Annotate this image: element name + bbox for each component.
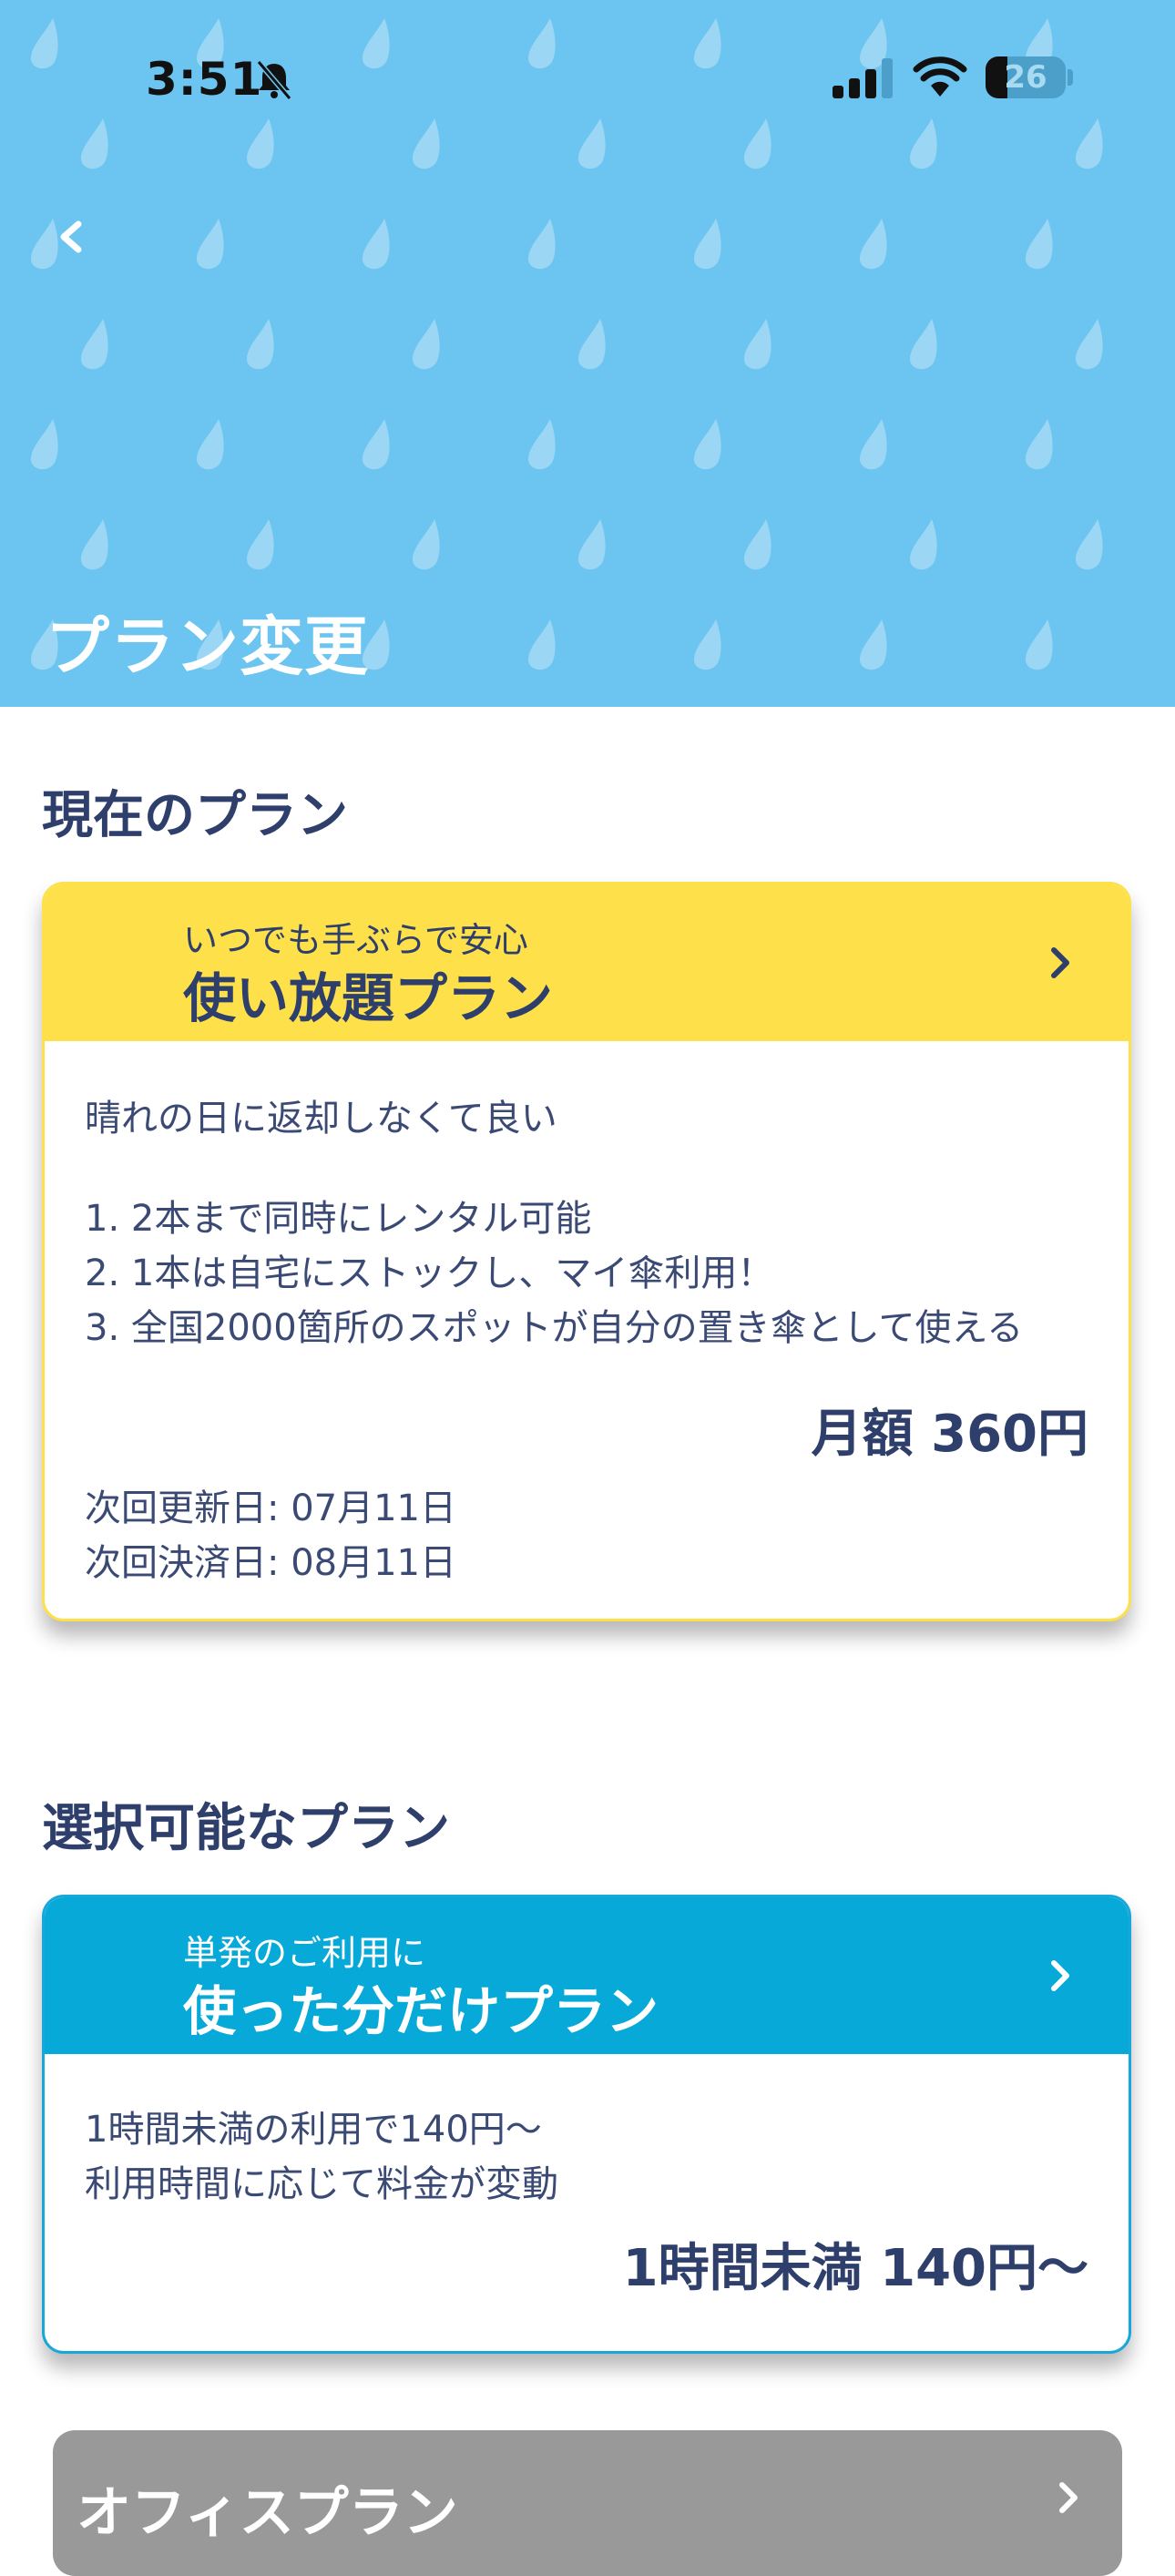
office-plan-name: オフィスプラン bbox=[77, 2481, 458, 2545]
next-payment-date: 次回決済日: 08月11日 bbox=[85, 1542, 456, 1584]
feature-item-1: 1. 2本まで同時にレンタル可能 bbox=[85, 1198, 592, 1240]
raindrop-shape bbox=[744, 519, 771, 570]
raindrop-shape bbox=[247, 519, 274, 570]
raindrop-shape bbox=[860, 619, 887, 670]
raindrop-shape bbox=[413, 319, 440, 370]
available-plans-heading: 選択可能なプラン bbox=[42, 1799, 450, 1858]
raindrop-shape bbox=[363, 219, 390, 270]
current-plan-card: いつでも手ぶらで安心 使い放題プラン 晴れの日に返却しなくて良い 1. 2本まで… bbox=[42, 882, 1131, 1621]
payg-plan-price: 1時間未満 140円〜 bbox=[622, 2239, 1088, 2298]
raindrop-shape bbox=[1026, 419, 1053, 470]
battery-percent: 26 bbox=[1004, 59, 1047, 96]
next-renewal-date: 次回更新日: 07月11日 bbox=[85, 1487, 456, 1529]
page-title: プラン変更 bbox=[46, 609, 369, 684]
battery-icon: 26 bbox=[986, 56, 1066, 98]
raindrop-shape bbox=[528, 219, 556, 270]
payg-plan-line-2: 利用時間に応じて料金が変動 bbox=[85, 2163, 558, 2205]
current-plan-header[interactable]: いつでも手ぶらで安心 使い放題プラン bbox=[45, 884, 1129, 1041]
header: 3:51 26 プラン変更 bbox=[0, 0, 1175, 707]
feature-item-3: 3. 全国2000箇所のスポットが自分の置き傘として使える bbox=[85, 1307, 1024, 1349]
raindrop-shape bbox=[31, 18, 58, 69]
current-plan-tagline: 晴れの日に返却しなくて良い bbox=[85, 1098, 557, 1140]
raindrop-shape bbox=[694, 619, 721, 670]
raindrop-shape bbox=[1026, 219, 1053, 270]
chevron-right-icon bbox=[1059, 2482, 1078, 2513]
office-plan-card[interactable]: オフィスプラン bbox=[53, 2430, 1122, 2576]
raindrop-shape bbox=[81, 319, 108, 370]
wifi-icon bbox=[913, 56, 967, 97]
raindrop-shape bbox=[528, 419, 556, 470]
chevron-right-icon bbox=[1051, 1960, 1069, 1991]
raindrop-shape bbox=[528, 18, 556, 69]
raindrop-shape bbox=[860, 219, 887, 270]
raindrop-shape bbox=[694, 18, 721, 69]
cell-signal-icon bbox=[833, 58, 893, 98]
raindrop-shape bbox=[528, 619, 556, 670]
status-time: 3:51 bbox=[146, 53, 263, 106]
battery-cap bbox=[1068, 69, 1073, 86]
feature-item-2: 2. 1本は自宅にストックし、マイ傘利用！ bbox=[85, 1252, 774, 1294]
raindrop-shape bbox=[910, 519, 937, 570]
raindrop-shape bbox=[81, 519, 108, 570]
raindrop-shape bbox=[694, 219, 721, 270]
raindrop-shape bbox=[1076, 319, 1103, 370]
back-chevron-icon[interactable] bbox=[46, 200, 109, 273]
payg-plan-card[interactable]: 単発のご利用に 使った分だけプラン 1時間未満の利用で140円〜 利用時間に応じ… bbox=[42, 1895, 1131, 2354]
raindrop-shape bbox=[81, 118, 108, 169]
raindrop-shape bbox=[363, 419, 390, 470]
raindrop-shape bbox=[578, 118, 606, 169]
payg-plan-name: 使った分だけプラン bbox=[183, 1980, 659, 2042]
payg-plan-line-1: 1時間未満の利用で140円〜 bbox=[85, 2109, 542, 2151]
raindrop-shape bbox=[578, 319, 606, 370]
payg-plan-subtitle: 単発のご利用に bbox=[183, 1933, 426, 1973]
raindrop-shape bbox=[1026, 619, 1053, 670]
raindrop-shape bbox=[197, 419, 224, 470]
current-plan-name: 使い放題プラン bbox=[183, 967, 554, 1029]
raindrop-shape bbox=[247, 118, 274, 169]
raindrop-shape bbox=[1076, 519, 1103, 570]
current-plan-subtitle: いつでも手ぶらで安心 bbox=[183, 920, 528, 960]
raindrop-shape bbox=[413, 519, 440, 570]
chevron-right-icon bbox=[1051, 947, 1069, 978]
raindrop-shape bbox=[1076, 118, 1103, 169]
bell-slash-icon bbox=[256, 60, 292, 100]
raindrop-shape bbox=[744, 319, 771, 370]
raindrop-shape bbox=[197, 219, 224, 270]
raindrop-shape bbox=[910, 118, 937, 169]
raindrop-shape bbox=[363, 18, 390, 69]
raindrop-shape bbox=[910, 319, 937, 370]
raindrop-shape bbox=[247, 319, 274, 370]
raindrop-shape bbox=[694, 419, 721, 470]
raindrop-shape bbox=[413, 118, 440, 169]
current-plan-price: 月額 360円 bbox=[811, 1405, 1088, 1464]
raindrop-shape bbox=[860, 419, 887, 470]
raindrop-shape bbox=[578, 519, 606, 570]
current-plan-heading: 現在のプラン bbox=[42, 786, 348, 845]
payg-plan-header[interactable]: 単発のご利用に 使った分だけプラン bbox=[45, 1897, 1129, 2054]
raindrop-shape bbox=[744, 118, 771, 169]
raindrop-shape bbox=[31, 419, 58, 470]
